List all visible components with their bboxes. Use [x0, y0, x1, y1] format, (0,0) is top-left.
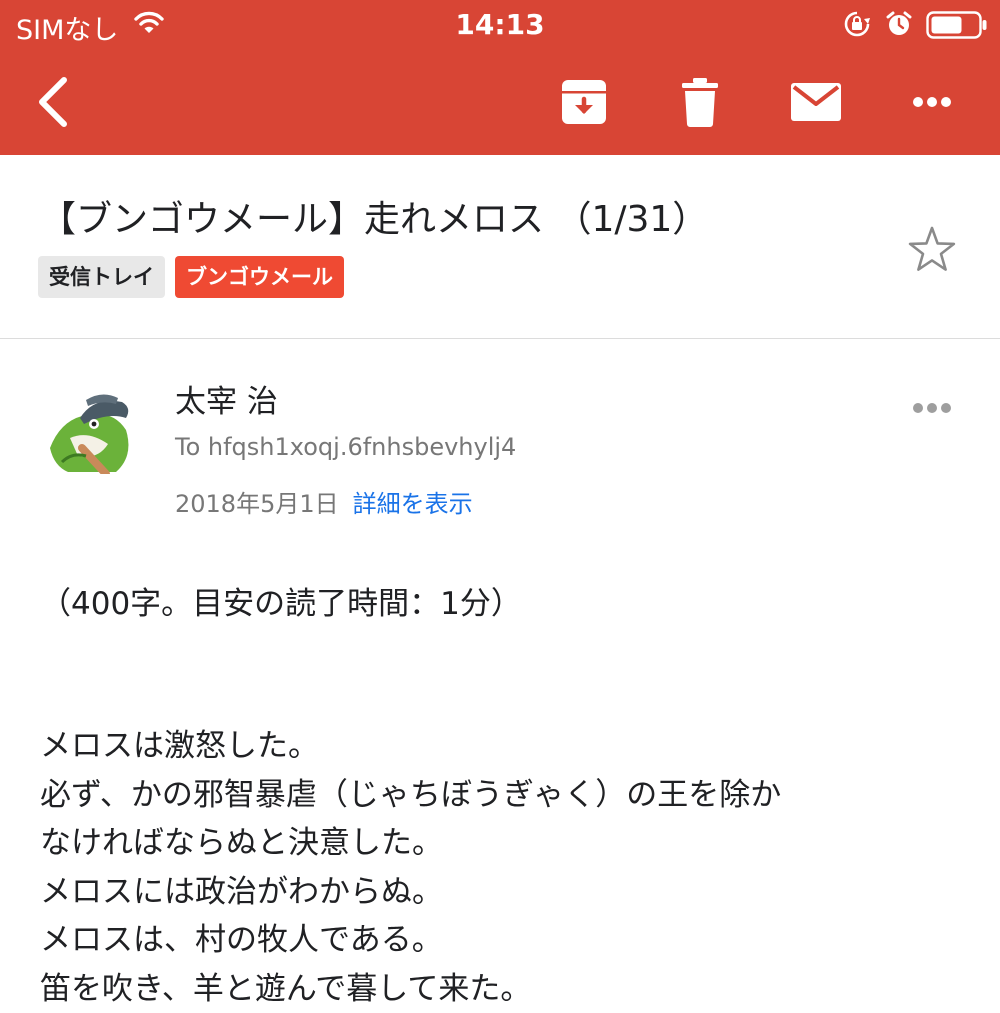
alarm-icon	[885, 10, 913, 42]
mark-unread-button[interactable]	[784, 70, 848, 134]
archive-button[interactable]	[552, 70, 616, 134]
more-icon	[912, 402, 952, 414]
body-line: メロスには政治がわからぬ。	[40, 868, 781, 917]
message-more-button[interactable]	[906, 392, 958, 424]
app-header: SIMなし 14:13	[0, 0, 1000, 155]
more-options-button[interactable]	[900, 70, 964, 134]
back-icon	[34, 76, 74, 128]
body-line: メロスは、村の牧人である。	[40, 916, 781, 965]
email-subject: 【ブンゴウメール】走れメロス （1/31）	[40, 190, 708, 242]
label-chip-bungo-mail[interactable]: ブンゴウメール	[175, 256, 344, 298]
divider	[0, 338, 1000, 339]
body-line: なければならぬと決意した。	[40, 819, 781, 868]
details-link[interactable]: 詳細を表示	[353, 490, 473, 518]
rotation-lock-icon	[843, 10, 871, 42]
sender-avatar[interactable]	[42, 378, 138, 474]
star-button[interactable]	[904, 222, 960, 278]
status-bar: SIMなし 14:13	[0, 0, 1000, 52]
star-icon	[904, 222, 960, 278]
trash-icon	[680, 77, 720, 127]
recipient-line: To hfqsh1xoqj.6fnhsbevhylj4	[175, 433, 516, 461]
body-line: メロスは激怒した。	[40, 722, 781, 771]
email-body: メロスは激怒した。 必ず、かの邪智暴虐（じゃちぼうぎゃく）の王を除か なければな…	[40, 722, 781, 1013]
battery-icon	[926, 11, 988, 43]
email-date: 2018年5月1日	[175, 490, 339, 518]
archive-icon	[560, 78, 608, 126]
reading-time-note: （400字。目安の読了時間：1分）	[40, 578, 522, 623]
body-line: 必ず、かの邪智暴虐（じゃちぼうぎゃく）の王を除か	[40, 771, 781, 820]
body-line: 笛を吹き、羊と遊んで暮して来た。	[40, 965, 781, 1013]
label-chip-inbox[interactable]: 受信トレイ	[38, 256, 165, 298]
more-icon	[912, 96, 952, 108]
date-row: 2018年5月1日詳細を表示	[175, 484, 473, 519]
label-list: 受信トレイ ブンゴウメール	[38, 256, 344, 298]
back-button[interactable]	[22, 70, 86, 134]
sender-name: 太宰 治	[175, 376, 278, 421]
mail-icon	[791, 83, 841, 121]
delete-button[interactable]	[668, 70, 732, 134]
